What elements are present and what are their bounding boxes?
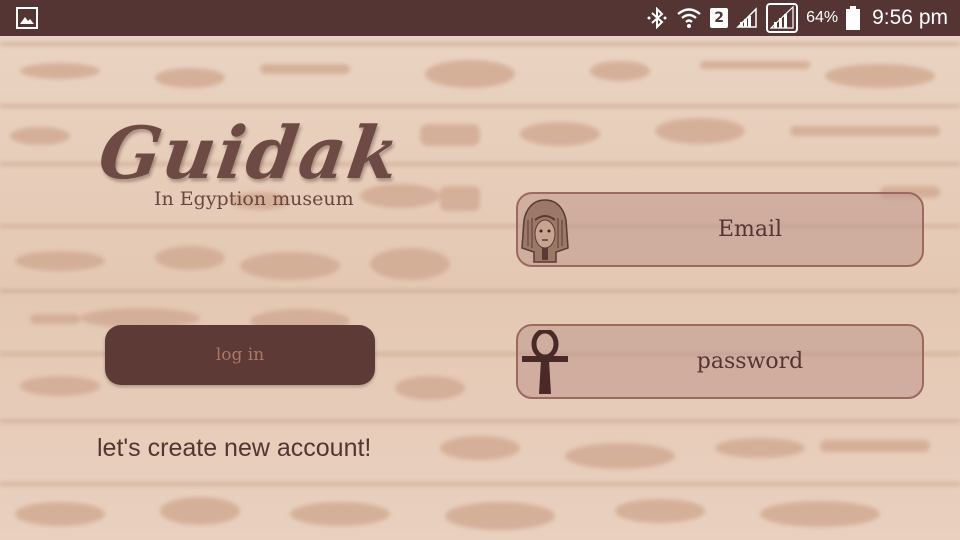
app-logo: Guidak In Egyption museum	[94, 110, 406, 220]
pharaoh-icon	[520, 198, 570, 268]
signal-icon	[766, 3, 799, 33]
battery-icon	[846, 6, 861, 30]
battery-percent: 64%	[806, 9, 839, 26]
bluetooth-icon	[646, 7, 668, 29]
status-clock: 9:56 pm	[872, 6, 948, 29]
password-field[interactable]: password	[516, 324, 924, 399]
signal-icon	[736, 7, 758, 29]
login-button[interactable]: log in	[105, 325, 375, 385]
password-placeholder: password	[696, 349, 804, 374]
logo-subtitle: In Egyption museum	[154, 188, 354, 210]
status-bar: 2 64% 9:56 pm	[0, 0, 960, 36]
wifi-icon	[676, 5, 702, 31]
logo-title: Guidak	[94, 110, 407, 195]
email-placeholder: Email	[717, 217, 783, 242]
gallery-notification-icon	[16, 7, 38, 29]
email-field[interactable]: Email	[516, 192, 924, 267]
ankh-icon	[520, 328, 570, 400]
create-account-link[interactable]: let's create new account!	[97, 434, 371, 463]
sim-badge: 2	[710, 8, 729, 28]
